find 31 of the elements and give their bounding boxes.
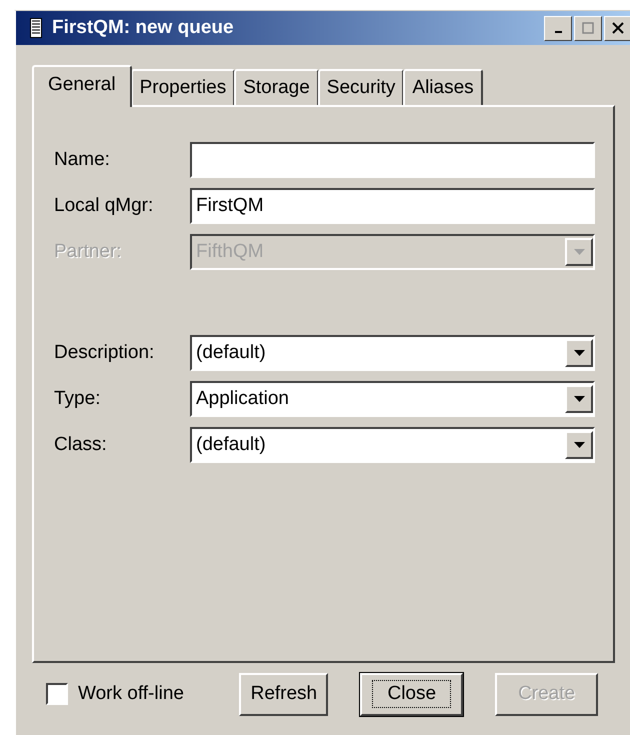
tab[interactable]: Aliases xyxy=(403,69,483,105)
field-label: Type: xyxy=(54,388,102,410)
tab[interactable]: Storage xyxy=(234,69,319,105)
minimize-icon xyxy=(554,31,562,33)
dropdown-arrow-icon xyxy=(574,396,584,402)
tab[interactable]: General xyxy=(32,65,132,107)
dropdown-field[interactable]: (default) xyxy=(190,335,595,371)
text-field[interactable] xyxy=(190,142,595,178)
checkbox[interactable] xyxy=(46,683,68,705)
text-field[interactable]: FirstQM xyxy=(190,188,595,224)
dropdown-arrow-icon xyxy=(574,249,584,255)
field-label: Description: xyxy=(54,342,156,364)
window-title: FirstQM: new queue xyxy=(52,17,234,39)
dropdown-field[interactable]: Application xyxy=(190,381,595,417)
tab[interactable]: Properties xyxy=(130,69,236,105)
maximize-button[interactable] xyxy=(574,16,602,40)
close-button[interactable] xyxy=(604,16,630,40)
app-icon xyxy=(30,18,42,38)
dialog-button[interactable]: Refresh xyxy=(239,672,328,716)
field-label: Class: xyxy=(54,434,108,456)
dropdown-arrow-icon xyxy=(574,442,584,448)
field-label: Local qMgr: xyxy=(54,195,154,217)
minimize-button[interactable] xyxy=(544,16,572,40)
dropdown-arrow-icon xyxy=(574,350,584,356)
maximize-icon xyxy=(582,22,594,34)
tab[interactable]: Security xyxy=(318,69,404,105)
close-icon xyxy=(612,22,624,34)
field-label: Name: xyxy=(54,149,111,171)
checkbox-label: Work off-line xyxy=(78,683,184,705)
dropdown-field[interactable]: (default) xyxy=(190,427,595,463)
dialog-button[interactable]: Close xyxy=(360,672,464,716)
